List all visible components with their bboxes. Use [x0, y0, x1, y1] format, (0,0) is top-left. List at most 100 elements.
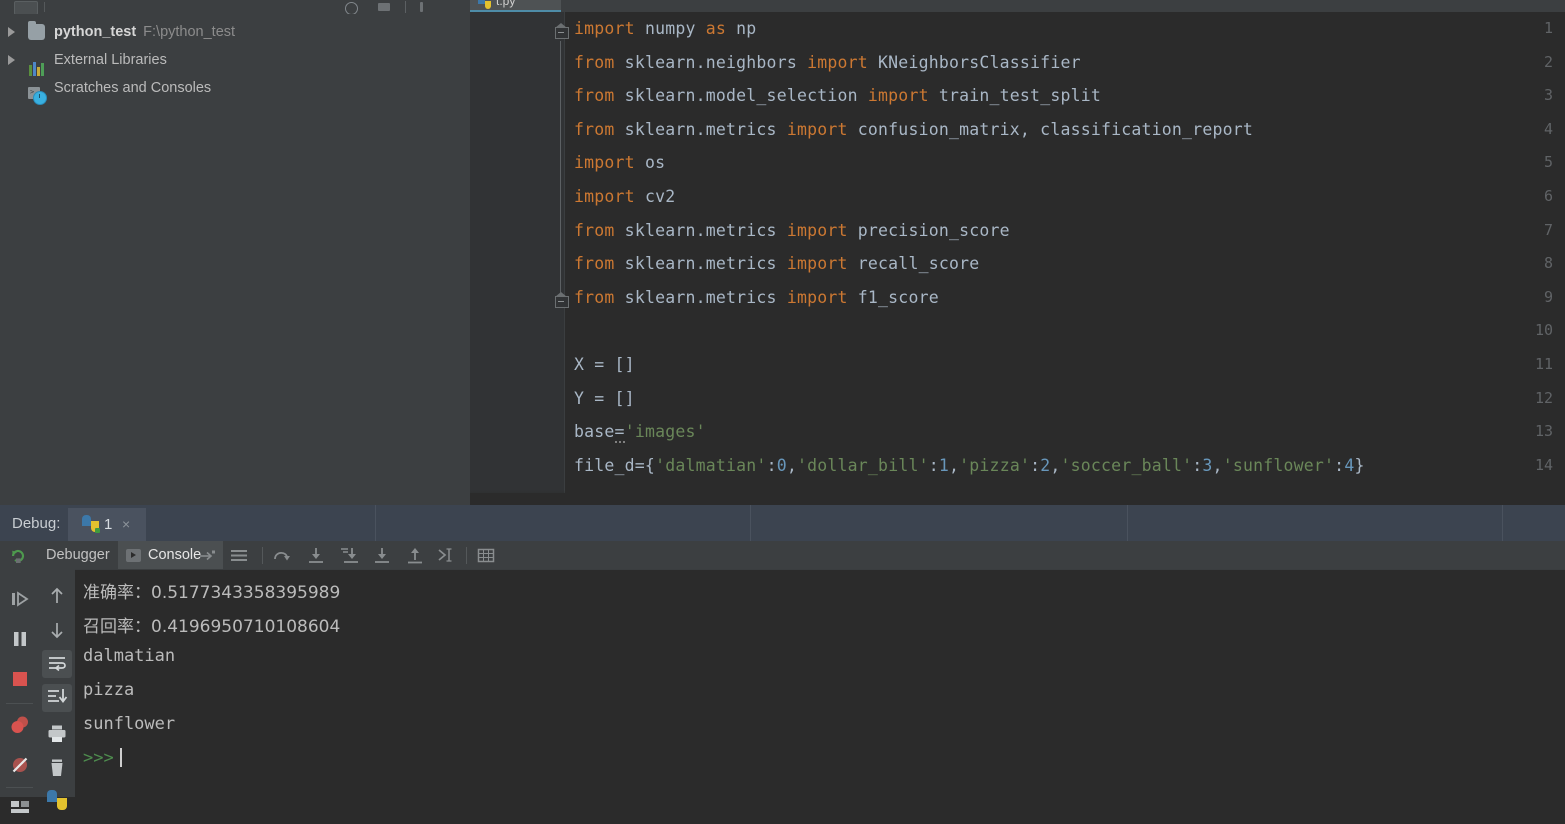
- code-token: sklearn.neighbors: [614, 52, 808, 72]
- code-token: file_d={: [574, 455, 656, 475]
- code-token: :: [1334, 455, 1345, 475]
- code-token: ,: [949, 455, 960, 475]
- toolbar-button[interactable]: [14, 1, 38, 14]
- step-out-up-icon[interactable]: [405, 547, 425, 564]
- code-line[interactable]: X = []: [574, 355, 635, 374]
- sidebar-item-python-test[interactable]: python_test F:\python_test: [0, 18, 470, 46]
- resume-program-icon[interactable]: [8, 587, 32, 611]
- sidebar-item-scratches-and-consoles[interactable]: > Scratches and Consoles: [0, 74, 470, 105]
- code-line[interactable]: from sklearn.metrics import recall_score: [574, 254, 979, 273]
- code-token: 'soccer_ball': [1060, 455, 1193, 475]
- step-out-icon[interactable]: [372, 547, 392, 564]
- code-line[interactable]: import os: [574, 153, 665, 172]
- print-icon[interactable]: [45, 722, 69, 746]
- code-token: import: [786, 220, 848, 240]
- text-caret: [119, 748, 122, 767]
- code-token: import: [786, 119, 848, 139]
- code-token: numpy: [634, 19, 706, 38]
- run-to-cursor-icon[interactable]: [437, 547, 457, 564]
- scroll-up-icon[interactable]: [45, 584, 69, 608]
- code-token: }: [1354, 455, 1365, 475]
- evaluate-expression-icon[interactable]: [477, 547, 495, 564]
- tab-debugger-label: Debugger: [46, 547, 110, 563]
- code-line[interactable]: Y = []: [574, 389, 635, 408]
- soft-wrap-icon[interactable]: [45, 652, 69, 676]
- close-icon[interactable]: ×: [122, 516, 130, 532]
- clear-all-icon[interactable]: [45, 756, 69, 780]
- code-token: sklearn.model_selection: [614, 86, 868, 106]
- code-line[interactable]: from sklearn.metrics import precision_sc…: [574, 221, 1010, 240]
- code-token: sklearn.metrics: [614, 119, 787, 139]
- code-token: 'pizza': [959, 455, 1031, 475]
- tool-window-header-buttons: [300, 0, 480, 15]
- console-actions-rail: [39, 570, 76, 810]
- toolbar-divider: [44, 2, 45, 12]
- tab-debugger[interactable]: Debugger: [36, 541, 120, 570]
- scroll-to-end-icon[interactable]: [45, 686, 69, 710]
- code-token: recall_score: [847, 254, 980, 274]
- mute-breakpoints-icon[interactable]: [8, 753, 32, 777]
- code-line[interactable]: import numpy as np: [574, 19, 756, 38]
- code-token: train_test_split: [928, 86, 1101, 106]
- folder-icon: [28, 21, 45, 40]
- python-console-icon[interactable]: [45, 788, 69, 812]
- editor-horizontal-scrollbar[interactable]: [470, 493, 1565, 505]
- debug-session-tab-1[interactable]: 1 ×: [68, 508, 146, 541]
- step-over-icon[interactable]: [272, 547, 292, 564]
- chevron-right-icon[interactable]: [8, 55, 15, 65]
- debug-console-output[interactable]: 准确率：0.5177343358395989 召回率：0.419695071010…: [75, 570, 1565, 797]
- step-into-icon[interactable]: [306, 547, 326, 564]
- code-token: :: [1030, 455, 1041, 475]
- code-token: import: [574, 19, 635, 38]
- code-line[interactable]: base='images': [574, 422, 706, 444]
- pin-to-toolwindow-icon[interactable]: [198, 547, 216, 564]
- fold-marker-end-icon[interactable]: [555, 292, 569, 308]
- minimize-icon[interactable]: [378, 3, 390, 11]
- project-tool-window: python_test F:\python_test External Libra…: [0, 14, 470, 505]
- editor-tab-t-py[interactable]: t.py: [470, 0, 561, 12]
- code-line[interactable]: file_d={'dalmatian':0,'dollar_bill':1,'p…: [574, 456, 1365, 475]
- code-token: 2: [1040, 455, 1051, 475]
- code-token: import: [786, 287, 848, 307]
- pin-icon[interactable]: [420, 2, 423, 12]
- fold-marker-collapse-icon[interactable]: [555, 23, 569, 39]
- code-line[interactable]: from sklearn.model_selection import trai…: [574, 86, 1101, 105]
- chevron-right-icon[interactable]: [8, 27, 15, 37]
- code-line[interactable]: import cv2: [574, 187, 675, 206]
- console-line: sunflower: [83, 714, 176, 734]
- debug-actions-rail: [0, 570, 40, 813]
- scroll-down-icon[interactable]: [45, 618, 69, 642]
- sidebar-item-external-libraries[interactable]: External Libraries: [0, 46, 470, 76]
- code-token: ,: [1050, 455, 1061, 475]
- divider: [405, 1, 406, 13]
- editor-gutter[interactable]: [470, 12, 565, 493]
- rerun-icon[interactable]: [8, 546, 28, 566]
- code-token: ,: [1212, 455, 1223, 475]
- debug-header-label: Debug:: [12, 515, 61, 532]
- code-token: base: [574, 422, 615, 442]
- code-viewport[interactable]: 1 2 3 4 5 6 7 8 9 10 11 12 13 14 import numpy as np fr…: [470, 12, 1565, 493]
- project-tree: python_test F:\python_test External Libra…: [0, 14, 470, 105]
- code-token: 0: [776, 455, 787, 475]
- code-token: :: [928, 455, 939, 475]
- code-token: 'dalmatian': [655, 455, 767, 475]
- console-prompt[interactable]: >>>: [83, 748, 122, 768]
- stop-program-icon[interactable]: [8, 667, 32, 691]
- code-line[interactable]: from sklearn.metrics import confusion_ma…: [574, 120, 1253, 139]
- console-line: 召回率：0.4196950710108604: [83, 617, 341, 637]
- console-line: dalmatian: [83, 646, 176, 666]
- code-token: ,: [786, 455, 797, 475]
- code-text[interactable]: import numpy as np from sklearn.neighbors…: [574, 12, 1565, 493]
- view-breakpoints-icon[interactable]: [8, 713, 32, 737]
- code-token: =: [614, 422, 625, 444]
- pause-program-icon[interactable]: [8, 627, 32, 651]
- layout-settings-icon[interactable]: [8, 795, 32, 819]
- code-line[interactable]: from sklearn.neighbors import KNeighbors…: [574, 53, 1081, 72]
- code-token: sklearn.metrics: [614, 254, 787, 274]
- code-line[interactable]: from sklearn.metrics import f1_score: [574, 288, 939, 307]
- show-execution-point-icon[interactable]: [229, 547, 249, 564]
- force-step-into-icon[interactable]: [339, 547, 361, 564]
- pycharm-window: python_test F:\python_test External Libra…: [0, 0, 1565, 813]
- console-line: 准确率：0.5177343358395989: [83, 583, 341, 603]
- fold-region-line: [560, 41, 561, 298]
